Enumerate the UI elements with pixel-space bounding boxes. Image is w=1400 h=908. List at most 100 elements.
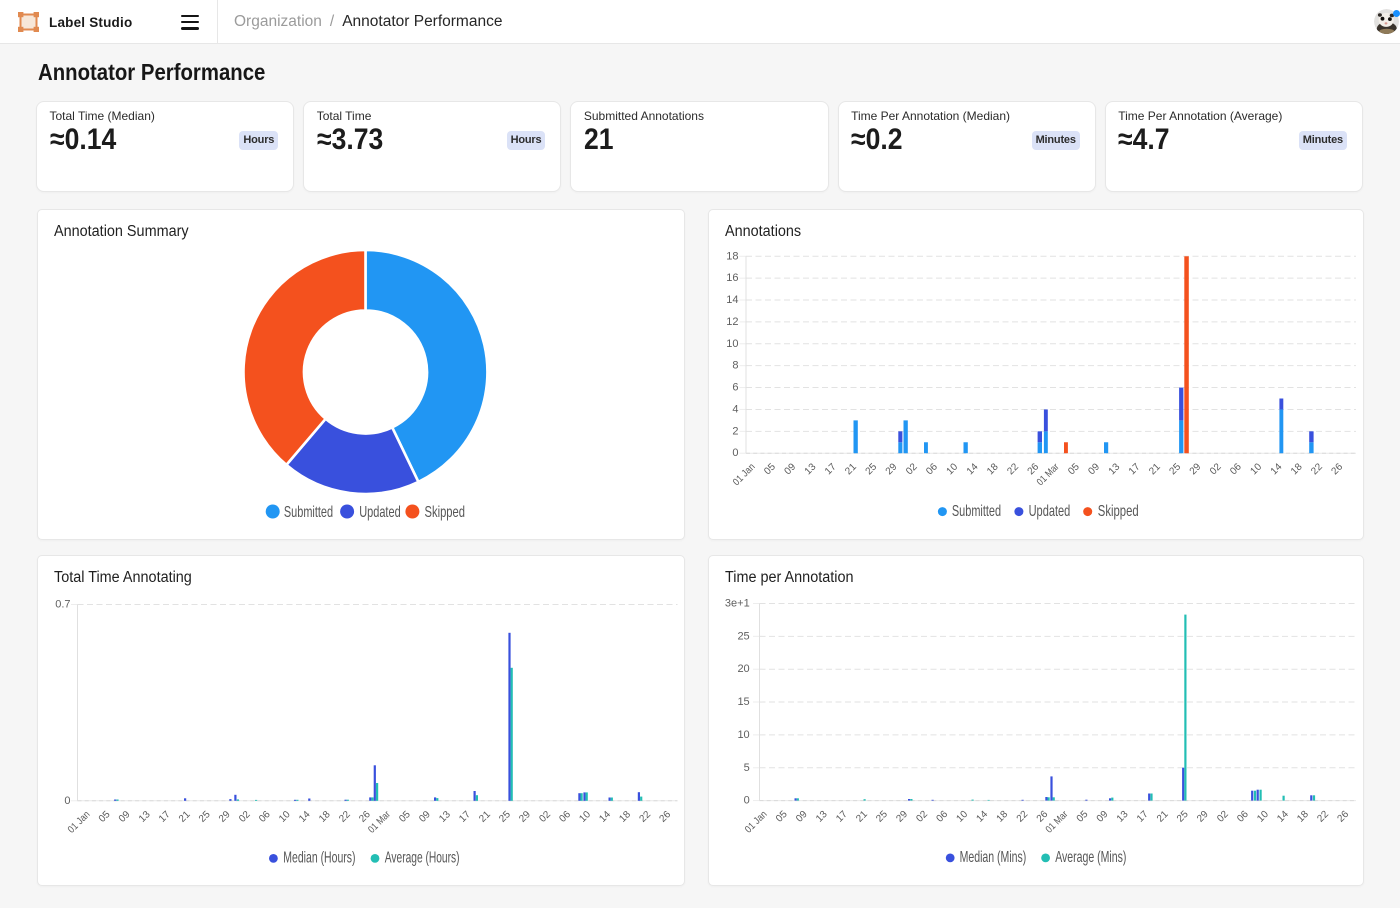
svg-text:14: 14: [297, 808, 313, 824]
svg-text:13: 13: [1115, 808, 1131, 824]
svg-text:05: 05: [96, 808, 112, 824]
svg-text:29: 29: [884, 461, 900, 477]
svg-text:Median (Hours): Median (Hours): [283, 849, 355, 866]
svg-text:06: 06: [1228, 461, 1244, 477]
svg-text:3e+1: 3e+1: [725, 597, 750, 609]
svg-text:29: 29: [1195, 808, 1211, 824]
svg-text:05: 05: [397, 808, 413, 824]
svg-text:Skipped: Skipped: [1098, 503, 1139, 520]
svg-text:14: 14: [965, 461, 981, 477]
svg-text:18: 18: [995, 808, 1011, 824]
svg-text:02: 02: [537, 808, 553, 824]
svg-text:17: 17: [1135, 808, 1151, 824]
svg-text:26: 26: [1335, 808, 1351, 824]
svg-text:06: 06: [1235, 808, 1251, 824]
svg-text:10: 10: [1255, 808, 1271, 824]
svg-text:22: 22: [1015, 808, 1031, 824]
svg-text:25: 25: [864, 461, 880, 477]
svg-text:10: 10: [737, 728, 749, 740]
svg-text:25: 25: [874, 808, 890, 824]
svg-text:Updated: Updated: [1029, 503, 1071, 520]
svg-text:29: 29: [517, 808, 533, 824]
svg-text:26: 26: [1329, 461, 1345, 477]
svg-text:15: 15: [737, 696, 749, 708]
svg-text:13: 13: [437, 808, 453, 824]
svg-text:09: 09: [782, 461, 798, 477]
svg-text:01 Jan: 01 Jan: [66, 809, 93, 836]
svg-text:14: 14: [974, 808, 990, 824]
svg-text:13: 13: [1107, 461, 1123, 477]
svg-text:21: 21: [843, 461, 859, 477]
svg-text:18: 18: [1295, 808, 1311, 824]
svg-text:0: 0: [744, 794, 750, 806]
svg-text:21: 21: [176, 808, 192, 824]
svg-text:0: 0: [732, 447, 738, 459]
svg-text:5: 5: [744, 761, 750, 773]
svg-text:05: 05: [774, 808, 790, 824]
svg-text:09: 09: [1095, 808, 1111, 824]
svg-text:10: 10: [277, 808, 293, 824]
svg-text:21: 21: [1147, 461, 1163, 477]
svg-text:22: 22: [1309, 461, 1325, 477]
svg-text:02: 02: [914, 808, 930, 824]
svg-text:10: 10: [1248, 461, 1264, 477]
svg-text:22: 22: [337, 808, 353, 824]
svg-text:25: 25: [737, 630, 749, 642]
svg-text:14: 14: [726, 294, 738, 306]
svg-text:10: 10: [726, 337, 738, 349]
svg-text:18: 18: [985, 461, 1001, 477]
svg-text:22: 22: [637, 808, 653, 824]
svg-text:2: 2: [732, 425, 738, 437]
svg-text:09: 09: [417, 808, 433, 824]
svg-text:21: 21: [1155, 808, 1171, 824]
svg-text:17: 17: [156, 808, 172, 824]
svg-text:29: 29: [216, 808, 232, 824]
svg-text:Submitted: Submitted: [952, 503, 1001, 520]
svg-text:17: 17: [823, 461, 839, 477]
svg-text:18: 18: [726, 250, 738, 262]
svg-text:8: 8: [732, 359, 738, 371]
svg-text:09: 09: [116, 808, 132, 824]
svg-text:29: 29: [1188, 461, 1204, 477]
svg-text:17: 17: [457, 808, 473, 824]
svg-text:18: 18: [617, 808, 633, 824]
svg-text:10: 10: [954, 808, 970, 824]
svg-text:05: 05: [1075, 808, 1091, 824]
svg-text:18: 18: [1289, 461, 1305, 477]
svg-text:13: 13: [803, 461, 819, 477]
svg-text:09: 09: [794, 808, 810, 824]
svg-text:02: 02: [1215, 808, 1231, 824]
svg-text:25: 25: [1167, 461, 1183, 477]
svg-text:21: 21: [854, 808, 870, 824]
svg-text:06: 06: [557, 808, 573, 824]
svg-text:01 Mar: 01 Mar: [366, 808, 393, 835]
svg-text:05: 05: [1066, 461, 1082, 477]
svg-text:01 Mar: 01 Mar: [1035, 461, 1062, 488]
svg-text:6: 6: [732, 381, 738, 393]
svg-text:21: 21: [477, 808, 493, 824]
svg-text:14: 14: [597, 808, 613, 824]
svg-text:Average (Hours): Average (Hours): [384, 849, 459, 866]
svg-text:09: 09: [1086, 461, 1102, 477]
svg-text:10: 10: [577, 808, 593, 824]
svg-text:02: 02: [1208, 461, 1224, 477]
svg-text:10: 10: [945, 461, 961, 477]
svg-text:02: 02: [904, 461, 920, 477]
svg-text:29: 29: [894, 808, 910, 824]
svg-text:06: 06: [934, 808, 950, 824]
svg-text:14: 14: [1275, 808, 1291, 824]
svg-text:01 Mar: 01 Mar: [1044, 808, 1071, 835]
svg-text:25: 25: [196, 808, 212, 824]
svg-text:01 Jan: 01 Jan: [731, 461, 758, 488]
svg-text:16: 16: [726, 272, 738, 284]
svg-text:4: 4: [732, 403, 738, 415]
svg-text:Updated: Updated: [359, 503, 401, 520]
svg-text:0: 0: [64, 794, 70, 806]
svg-text:Median (Mins): Median (Mins): [960, 848, 1027, 865]
svg-text:25: 25: [497, 808, 513, 824]
svg-text:13: 13: [136, 808, 152, 824]
svg-text:18: 18: [317, 808, 333, 824]
svg-text:Skipped: Skipped: [424, 503, 465, 520]
svg-text:14: 14: [1269, 461, 1285, 477]
svg-text:12: 12: [726, 315, 738, 327]
